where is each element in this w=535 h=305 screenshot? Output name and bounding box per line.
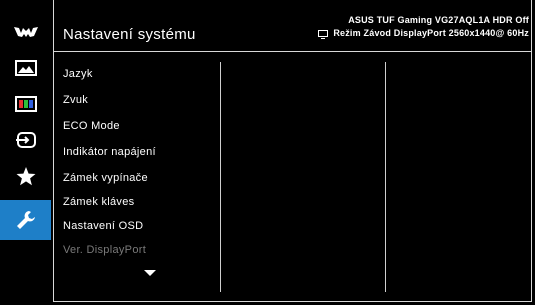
color-icon — [14, 96, 37, 112]
mode-info-row: Režim Závod DisplayPort 2560x1440@ 60Hz — [318, 27, 529, 40]
chevron-down-icon[interactable] — [144, 270, 156, 276]
column-divider — [385, 62, 386, 292]
sidebar-item-image[interactable] — [0, 50, 51, 86]
menu-item-sound[interactable]: Zvuk — [63, 94, 88, 106]
monitor-status: ASUS TUF Gaming VG27AQL1A HDR Off Režim … — [318, 14, 529, 40]
page-title: Nastavení systému — [63, 26, 196, 43]
menu-item-power-indicator[interactable]: Indikátor napájení — [63, 146, 156, 158]
header-divider — [53, 51, 532, 52]
sidebar-item-myfavorite[interactable] — [0, 158, 51, 194]
menu-item-displayport-version: Ver. DisplayPort — [63, 244, 147, 256]
osd-window: Nastavení systému ASUS TUF Gaming VG27AQ… — [0, 0, 535, 305]
menu-item-osd-setup[interactable]: Nastavení OSD — [63, 220, 143, 232]
tuf-logo-icon — [0, 14, 51, 50]
favorite-star-icon — [16, 166, 36, 186]
menu-item-power-key-lock[interactable]: Zámek vypínače — [63, 172, 148, 184]
monitor-icon — [318, 30, 329, 39]
mode-info: Režim Závod DisplayPort 2560x1440@ 60Hz — [333, 28, 529, 38]
menu-item-language[interactable]: Jazyk — [63, 68, 93, 80]
image-icon — [14, 60, 37, 76]
menu-item-key-lock[interactable]: Zámek kláves — [63, 196, 134, 208]
sidebar — [0, 0, 51, 305]
wrench-icon — [16, 210, 36, 230]
column-divider — [220, 62, 221, 292]
sidebar-item-system-setup[interactable] — [0, 200, 51, 240]
sidebar-item-input[interactable] — [0, 122, 51, 158]
menu-item-eco-mode[interactable]: ECO Mode — [63, 120, 120, 132]
sidebar-item-color[interactable] — [0, 86, 51, 122]
model-info: ASUS TUF Gaming VG27AQL1A HDR Off — [348, 15, 529, 25]
input-select-icon — [15, 132, 37, 148]
